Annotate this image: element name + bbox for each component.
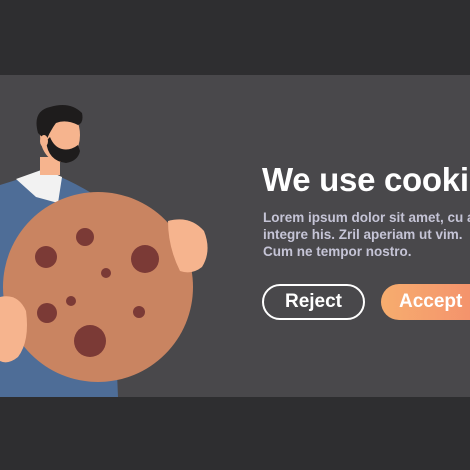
description-line: Lorem ipsum dolor sit amet, cu a [263,210,470,225]
banner-description: Lorem ipsum dolor sit amet, cu a integre… [263,209,470,260]
chocolate-chip [101,268,111,278]
ear [40,135,48,147]
man-holding-cookie-illustration [0,105,208,397]
cookie-consent-banner: We use cookie Lorem ipsum dolor sit amet… [0,75,470,397]
chocolate-chip [66,296,76,306]
chocolate-chip [37,303,57,323]
reject-button[interactable]: Reject [262,284,365,320]
chocolate-chip [131,245,159,273]
chocolate-chip [74,325,106,357]
accept-button[interactable]: Accept [381,284,470,320]
banner-title: We use cookie [262,161,470,198]
description-line: integre his. Zril aperiam ut vim. [263,227,463,242]
chocolate-chip [76,228,94,246]
description-line: Cum ne tempor nostro. [263,244,412,259]
chocolate-chip [35,246,57,268]
chocolate-chip [133,306,145,318]
